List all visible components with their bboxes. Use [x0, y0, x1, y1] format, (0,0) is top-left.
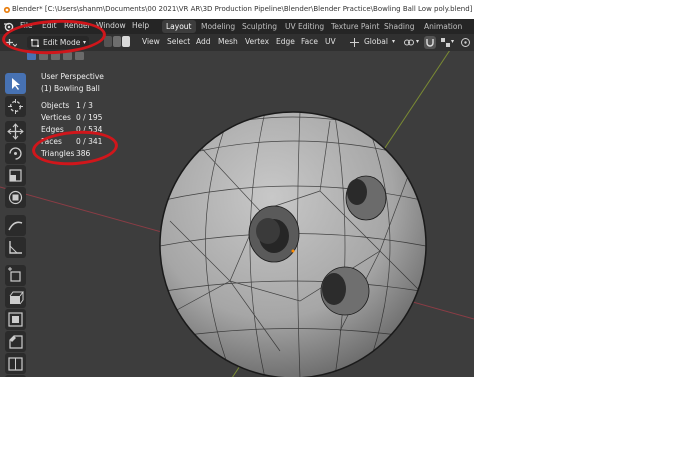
- header-menu-uv[interactable]: UV: [325, 37, 336, 46]
- scale-icon: [9, 169, 22, 182]
- measure-icon: [9, 241, 22, 254]
- header-menu-mesh[interactable]: Mesh: [218, 37, 238, 46]
- bowling-ball-mesh[interactable]: [159, 111, 427, 377]
- snap-magnet-icon: [426, 39, 434, 47]
- blender-app: File Edit Render Window Help Layout Mode…: [0, 19, 474, 377]
- tool-measure[interactable]: [5, 237, 26, 258]
- transform-orientation-icon: [350, 38, 359, 47]
- select-box-icon: [12, 78, 20, 90]
- annotate-icon: [8, 221, 23, 231]
- header-menu-select[interactable]: Select: [167, 37, 190, 46]
- loop-cut-icon: [8, 357, 23, 371]
- blender-logo-icon: [3, 6, 11, 14]
- tool-bevel[interactable]: [5, 331, 26, 352]
- tool-inset[interactable]: [5, 309, 26, 330]
- chevron-down-icon[interactable]: ▾: [416, 38, 419, 45]
- tool-select-box[interactable]: [5, 73, 26, 94]
- menu-help[interactable]: Help: [132, 21, 149, 30]
- 3d-viewport[interactable]: User Perspective (1) Bowling Ball Object…: [0, 51, 474, 377]
- header-menu-edge[interactable]: Edge: [276, 37, 295, 46]
- header-menu-view[interactable]: View: [142, 37, 160, 46]
- transform-orientation-dropdown[interactable]: Global: [364, 37, 388, 46]
- select-mode-intersect-button[interactable]: [75, 52, 84, 60]
- stat-value: 0 / 195: [76, 113, 103, 122]
- stat-value: 1 / 3: [76, 101, 93, 110]
- inset-icon: [8, 312, 23, 327]
- workspace-tab-shading[interactable]: Shading: [380, 20, 418, 33]
- tool-transform[interactable]: [5, 187, 26, 208]
- tool-annotate[interactable]: [5, 215, 26, 236]
- tool-add-cube[interactable]: [5, 265, 26, 286]
- window-title: Blender* [C:\Users\shanm\Documents\00 20…: [12, 5, 473, 13]
- window-titlebar: Blender* [C:\Users\shanm\Documents\00 20…: [0, 0, 474, 19]
- rotate-icon: [9, 147, 22, 160]
- face-select-button[interactable]: [122, 36, 130, 47]
- active-object-name: (1) Bowling Ball: [41, 84, 100, 93]
- header-menu-face[interactable]: Face: [301, 37, 318, 46]
- tool-scale[interactable]: [5, 165, 26, 186]
- proportional-edit-icon[interactable]: [460, 37, 471, 48]
- viewport-scene: [0, 51, 474, 377]
- tool-cursor[interactable]: [5, 96, 26, 117]
- edge-select-button[interactable]: [113, 36, 121, 47]
- tool-extrude[interactable]: [5, 287, 26, 308]
- tool-rotate[interactable]: [5, 143, 26, 164]
- workspace-tab-sculpting[interactable]: Sculpting: [238, 20, 281, 33]
- tool-knife[interactable]: [5, 375, 26, 377]
- tool-loop-cut[interactable]: [5, 353, 26, 374]
- chevron-down-icon[interactable]: ▾: [451, 38, 454, 45]
- bevel-icon: [9, 335, 23, 349]
- move-icon: [7, 123, 24, 140]
- workspace-tab-layout[interactable]: Layout: [162, 20, 196, 33]
- tool-move[interactable]: [5, 121, 26, 142]
- add-cube-icon: [8, 267, 21, 282]
- snap-increment-icon[interactable]: [440, 37, 451, 48]
- stat-label: Objects: [41, 101, 70, 110]
- view-name: User Perspective: [41, 72, 104, 81]
- chevron-down-icon[interactable]: ▾: [392, 38, 395, 45]
- knife-icon: [5, 375, 26, 377]
- cursor-icon: [8, 99, 23, 114]
- header-menu-vertex[interactable]: Vertex: [245, 37, 269, 46]
- transform-icon: [8, 190, 23, 205]
- header-menu-add[interactable]: Add: [196, 37, 211, 46]
- pivot-point-icon[interactable]: [403, 37, 415, 48]
- workspace-tab-uv-editing[interactable]: UV Editing: [281, 20, 328, 33]
- workspace-tab-animation[interactable]: Animation: [420, 20, 466, 33]
- workspace-tab-modeling[interactable]: Modeling: [197, 20, 239, 33]
- extrude-icon: [9, 291, 24, 305]
- workspace-tab-texture-paint[interactable]: Texture Paint: [327, 20, 383, 33]
- vertex-select-button[interactable]: [104, 36, 112, 47]
- stat-label: Vertices: [41, 113, 71, 122]
